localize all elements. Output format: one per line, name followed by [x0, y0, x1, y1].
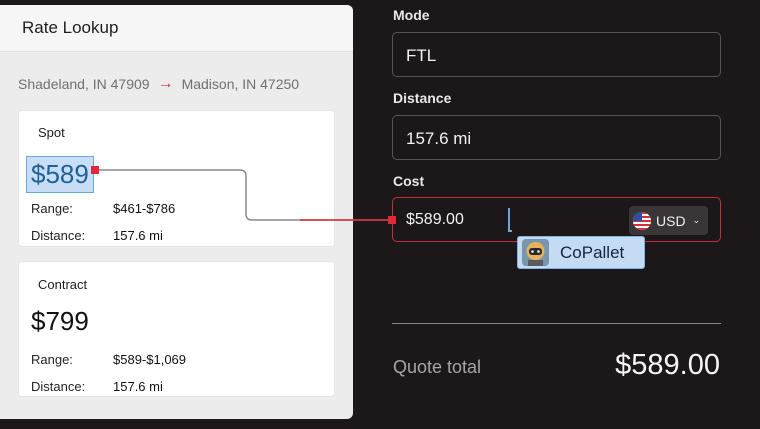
distance-label: Distance	[393, 90, 452, 106]
spot-range-label: Range:	[31, 201, 73, 216]
contract-distance-row: Distance: 157.6 mi	[31, 379, 163, 394]
mode-input[interactable]: FTL	[392, 32, 721, 77]
quote-total-label: Quote total	[393, 357, 482, 377]
rate-lookup-panel: Rate Lookup Shadeland, IN 47909 → Madiso…	[0, 5, 353, 419]
panel-header: Rate Lookup	[0, 5, 353, 52]
distance-input[interactable]: 157.6 mi	[392, 115, 721, 160]
text-cursor	[508, 208, 512, 232]
contract-label: Contract	[38, 277, 88, 292]
spot-label: Spot	[38, 125, 65, 140]
spot-price[interactable]: $589	[26, 156, 94, 193]
cost-label: Cost	[393, 173, 425, 189]
spot-distance-value: 157.6 mi	[113, 228, 163, 243]
divider	[392, 323, 721, 324]
currency-select[interactable]: USD ⌄	[629, 206, 708, 235]
badge-label: CoPallet	[560, 242, 625, 262]
spot-distance-row: Distance: 157.6 mi	[31, 228, 163, 243]
currency-value: USD	[656, 212, 686, 229]
route-origin: Shadeland, IN 47909	[18, 76, 150, 92]
robot-avatar-icon	[522, 239, 549, 266]
spot-range-row: Range: $461-$786	[31, 201, 175, 216]
spot-rate-card[interactable]: Spot $589 Range: $461-$786 Distance: 157…	[18, 110, 335, 247]
panel-title: Rate Lookup	[22, 18, 119, 37]
contract-rate-card[interactable]: Contract $799 Range: $589-$1,069 Distanc…	[18, 261, 335, 397]
contract-range-value: $589-$1,069	[113, 352, 187, 367]
copallet-badge[interactable]: CoPallet	[517, 236, 645, 269]
contract-distance-value: 157.6 mi	[113, 379, 163, 394]
us-flag-icon	[633, 211, 651, 230]
contract-distance-label: Distance:	[31, 379, 86, 394]
contract-range-row: Range: $589-$1,069	[31, 352, 186, 367]
arrow-right-icon: →	[157, 75, 174, 92]
contract-price[interactable]: $799	[31, 306, 89, 337]
chevron-down-icon: ⌄	[692, 215, 701, 225]
spot-range-value: $461-$786	[113, 201, 176, 216]
contract-range-label: Range:	[31, 352, 73, 367]
quote-total-value: $589.00	[615, 349, 720, 381]
route-destination: Madison, IN 47250	[181, 76, 300, 92]
mode-label: Mode	[393, 7, 430, 23]
spot-distance-label: Distance:	[31, 228, 86, 243]
route: Shadeland, IN 47909 → Madison, IN 47250	[18, 75, 299, 93]
